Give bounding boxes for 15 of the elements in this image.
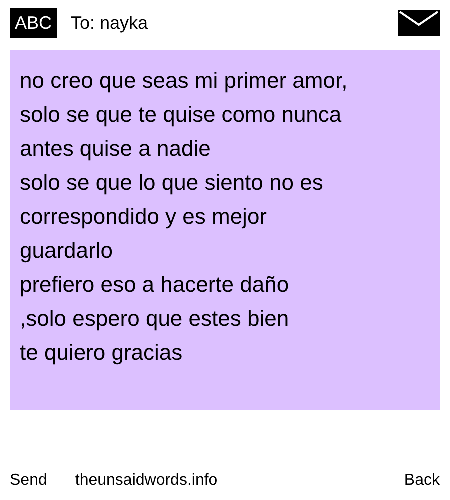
- envelope-icon: [398, 10, 440, 36]
- abc-badge: ABC: [10, 8, 58, 38]
- message-line: ,solo espero que estes bien: [20, 305, 290, 333]
- send-button[interactable]: Send: [10, 469, 48, 493]
- message-line: te quiero gracias: [20, 339, 184, 367]
- message-line: solo se que lo que siento no es: [20, 169, 324, 197]
- message-line: solo se que te quise como nunca: [20, 101, 343, 129]
- site-link[interactable]: theunsaidwords.info: [75, 469, 218, 493]
- message-line: antes quise a nadie: [20, 135, 212, 163]
- message-line: prefiero eso a hacerte daño: [20, 271, 290, 299]
- message-line: correspondido y es mejor: [20, 203, 268, 231]
- message-line: guardarlo: [20, 237, 114, 265]
- recipient-label: To: nayka: [71, 12, 148, 35]
- back-button[interactable]: Back: [404, 469, 440, 493]
- message-line: no creo que seas mi primer amor,: [20, 67, 349, 95]
